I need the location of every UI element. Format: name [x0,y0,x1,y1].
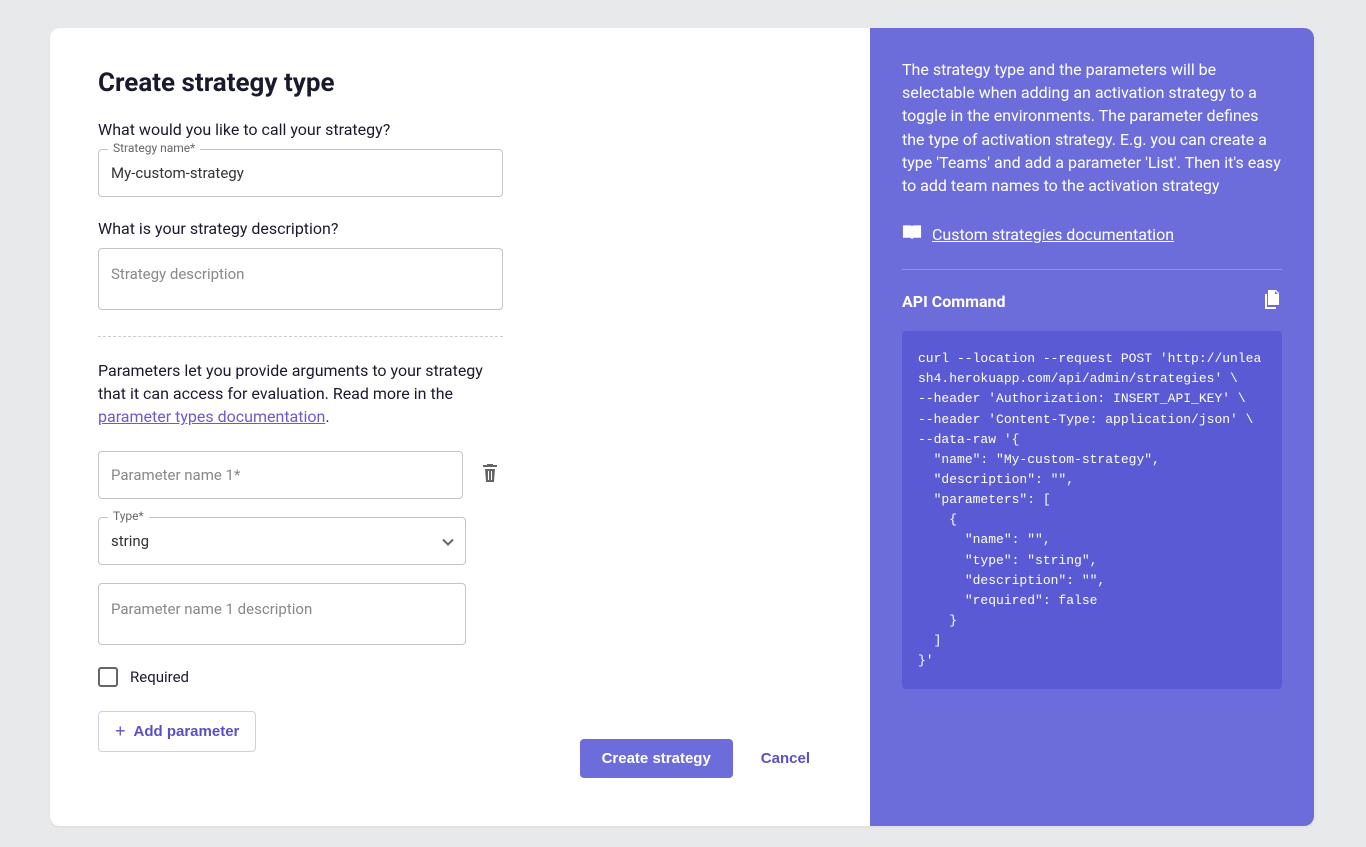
create-strategy-button[interactable]: Create strategy [580,739,733,778]
add-parameter-button[interactable]: + Add parameter [98,711,256,752]
name-section: What would you like to call your strateg… [98,120,503,752]
name-input-wrap: Strategy name* [98,149,503,197]
action-buttons: Create strategy Cancel [580,739,810,778]
required-label: Required [130,668,189,686]
param-name-wrap [98,451,463,499]
help-description: The strategy type and the parameters wil… [902,58,1282,197]
book-icon [902,223,922,245]
trash-icon [481,463,499,483]
parameter-type-select[interactable]: string [98,517,466,565]
api-code-block: curl --location --request POST 'http://u… [902,331,1282,689]
api-header: API Command [902,290,1282,313]
add-parameter-label: Add parameter [134,723,240,740]
parameter-name-input[interactable] [98,451,463,499]
param-desc-wrap [98,583,466,649]
type-select-wrap: Type* string [98,517,466,565]
copy-api-button[interactable] [1264,290,1282,313]
parameter-name-row [98,451,503,499]
form-panel: Create strategy type What would you like… [50,28,870,826]
strategy-name-input[interactable] [98,149,503,197]
parameter-description-input[interactable] [98,583,466,645]
required-row: Required [98,667,503,687]
plus-icon: + [115,721,126,742]
doc-link-row: Custom strategies documentation [902,223,1282,245]
required-checkbox[interactable] [98,667,118,687]
api-command-title: API Command [902,292,1005,311]
type-floating-label: Type* [108,509,149,523]
page-title: Create strategy type [98,68,822,98]
delete-parameter-button[interactable] [477,459,503,490]
strategy-form-card: Create strategy type What would you like… [50,28,1314,826]
params-intro-b: . [325,407,329,426]
name-question: What would you like to call your strateg… [98,120,503,139]
name-floating-label: Strategy name* [108,141,200,155]
strategy-description-input[interactable] [98,248,503,310]
cancel-button[interactable]: Cancel [761,750,810,767]
section-divider [98,336,503,337]
help-panel: The strategy type and the parameters wil… [870,28,1314,826]
custom-strategies-doc-link[interactable]: Custom strategies documentation [932,225,1174,244]
desc-question: What is your strategy description? [98,219,503,238]
desc-input-wrap [98,248,503,314]
params-intro-a: Parameters let you provide arguments to … [98,361,483,403]
params-intro: Parameters let you provide arguments to … [98,359,488,429]
copy-icon [1264,290,1282,310]
parameter-types-doc-link[interactable]: parameter types documentation [98,407,325,426]
right-separator [902,269,1282,270]
